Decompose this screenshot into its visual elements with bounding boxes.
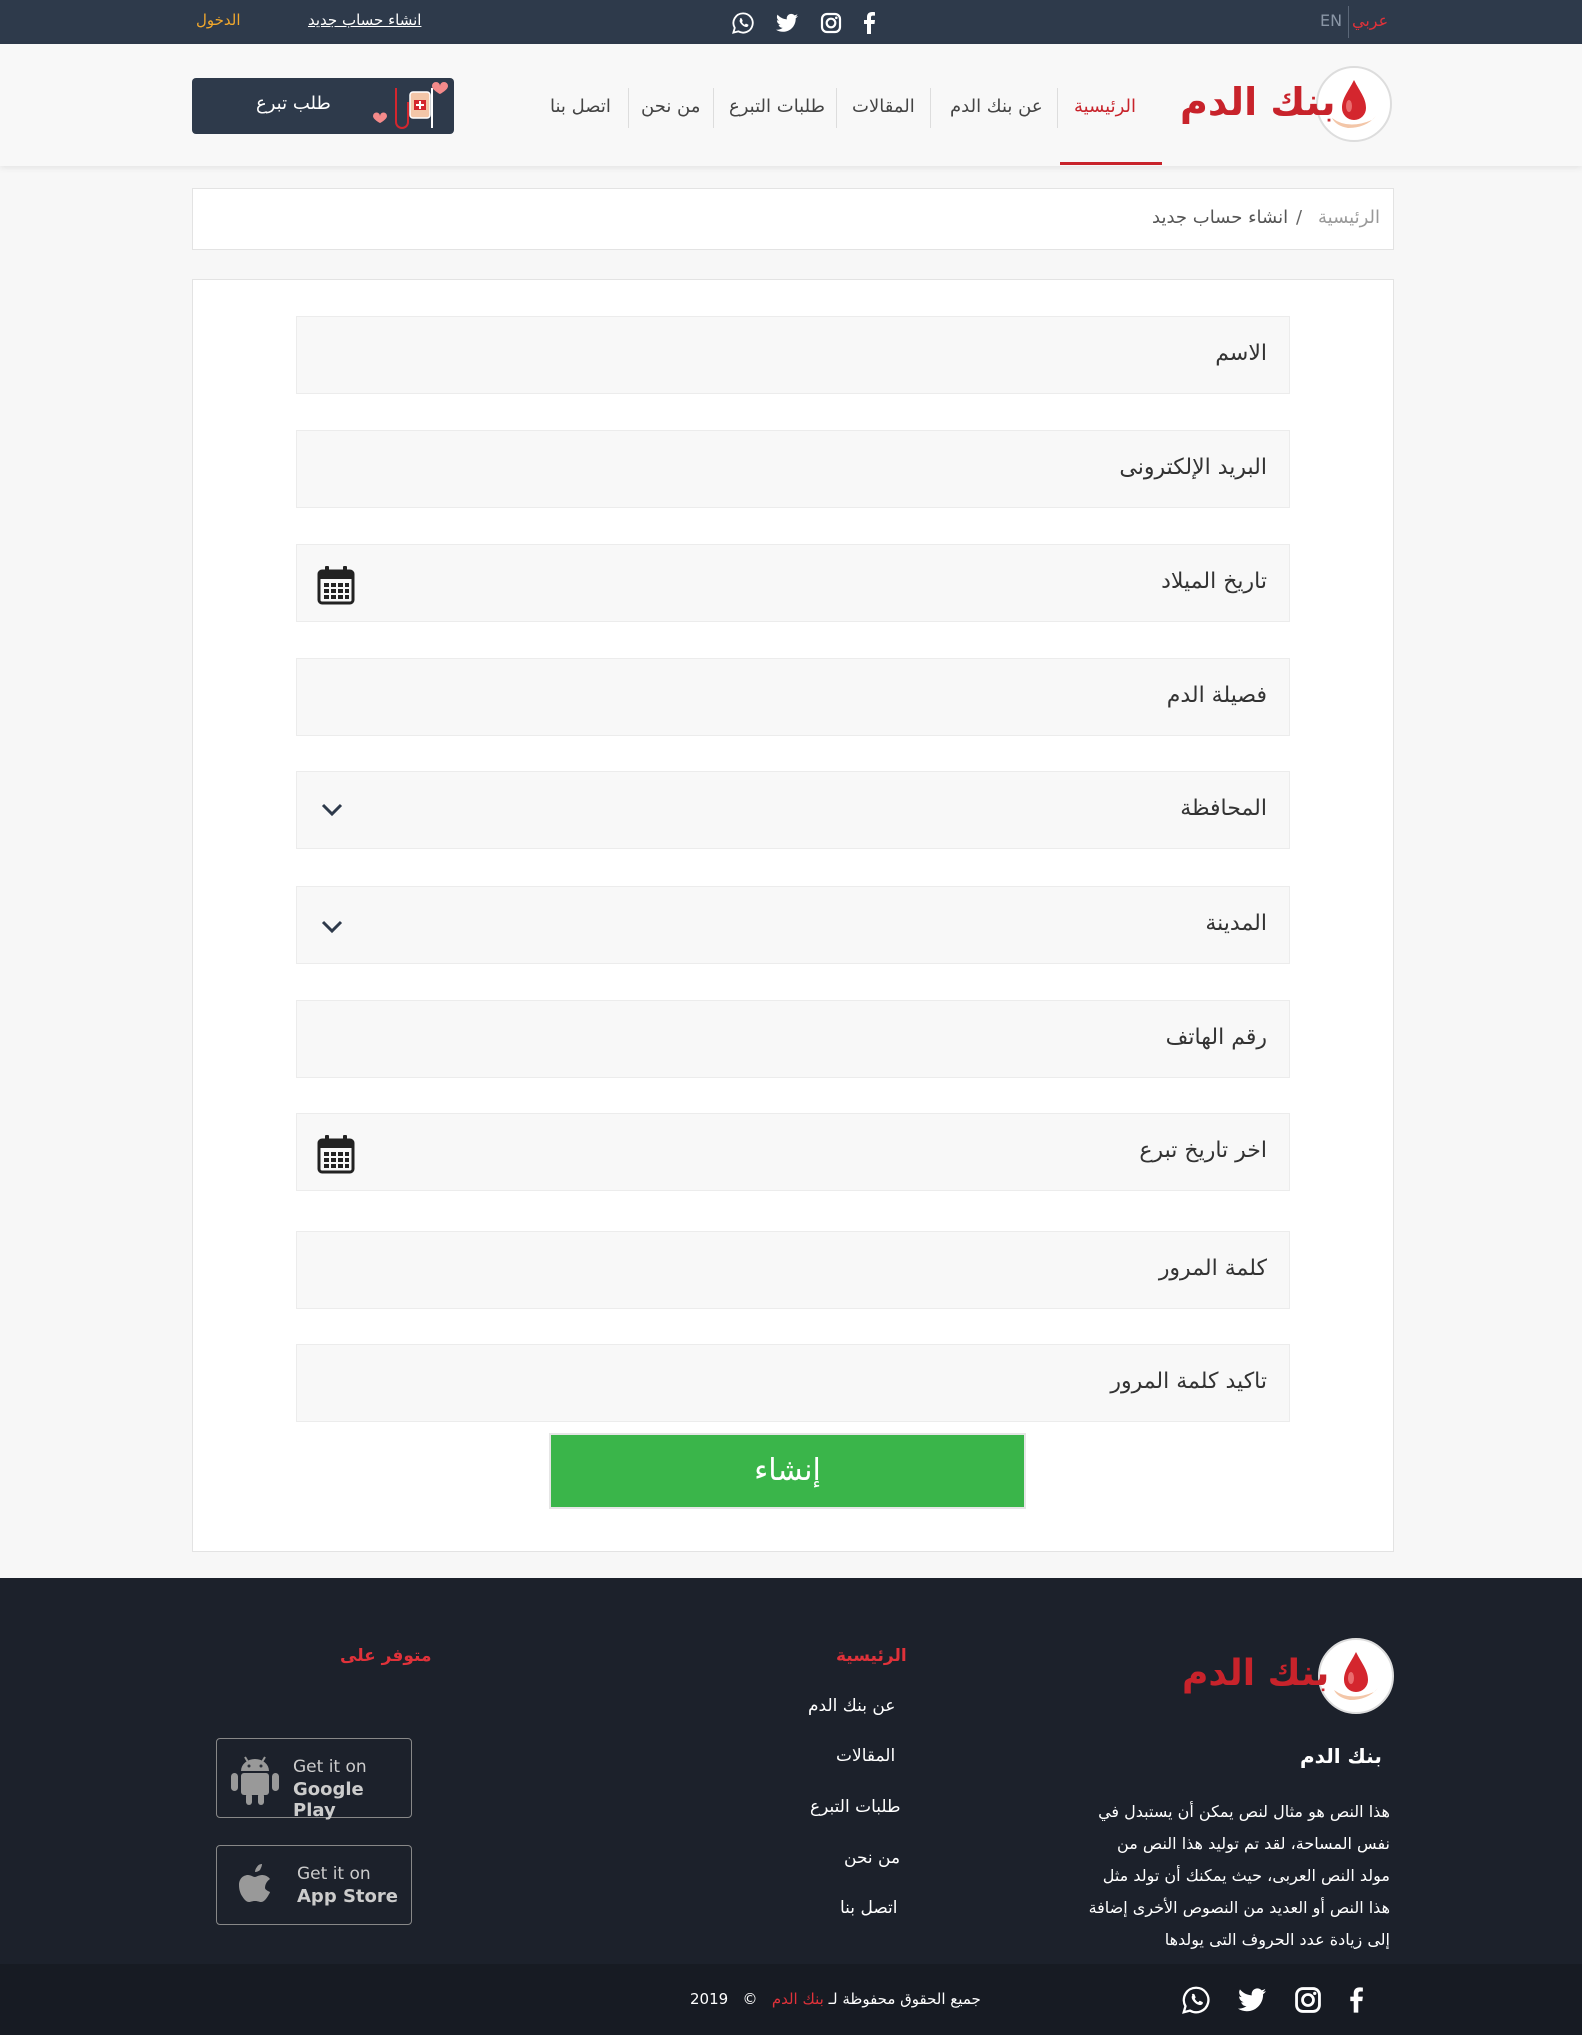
- footer-about-title: بنك الدم: [1300, 1744, 1382, 1768]
- footer-link-contact[interactable]: اتصل بنا: [840, 1898, 898, 1918]
- footer-link-about-us[interactable]: من نحن: [844, 1848, 900, 1868]
- governorate-placeholder: المحافظة: [1180, 796, 1267, 821]
- chevron-down-icon[interactable]: [319, 913, 345, 939]
- password-confirm-input[interactable]: تاكيد كلمة المرور: [296, 1344, 1290, 1422]
- governorate-select[interactable]: المحافظة: [296, 771, 1290, 849]
- footer-link-about-bank[interactable]: عن بنك الدم: [808, 1696, 895, 1716]
- birth-date-input[interactable]: تاريخ الميلاد: [296, 544, 1290, 622]
- nav-divider: [836, 88, 837, 128]
- nav-divider: [1057, 88, 1058, 128]
- blood-type-placeholder: فصيلة الدم: [1166, 683, 1267, 708]
- nav-divider: [930, 88, 931, 128]
- nav-divider: [628, 88, 629, 128]
- footer-link-donation-requests[interactable]: طلبات التبرع: [810, 1797, 901, 1817]
- nav-about-us[interactable]: من نحن: [641, 96, 700, 117]
- footer-available-heading: متوفر على: [340, 1646, 432, 1666]
- copyright-symbol: ©: [742, 1990, 758, 2008]
- chevron-down-icon[interactable]: [319, 796, 345, 822]
- facebook-icon[interactable]: [1340, 1984, 1372, 2016]
- twitter-icon[interactable]: [1236, 1984, 1268, 2016]
- phone-input[interactable]: رقم الهاتف: [296, 1000, 1290, 1078]
- copyright-text: جميع الحقوق محفوظة لـ: [828, 1990, 981, 2008]
- password-confirm-placeholder: تاكيد كلمة المرور: [1110, 1369, 1267, 1394]
- name-input[interactable]: الاسم: [296, 316, 1290, 394]
- donate-request-button[interactable]: طلب تبرع: [192, 78, 454, 134]
- top-bar: عربي EN انشاء حساب جديد الدخول: [0, 0, 1582, 44]
- apple-icon: [227, 1856, 283, 1916]
- instagram-icon[interactable]: [1292, 1984, 1324, 2016]
- instagram-icon[interactable]: [818, 10, 844, 36]
- blood-type-input[interactable]: فصيلة الدم: [296, 658, 1290, 736]
- name-placeholder: الاسم: [1215, 341, 1267, 366]
- nav-contact[interactable]: اتصل بنا: [550, 96, 611, 117]
- nav-home[interactable]: الرئيسية: [1074, 96, 1136, 117]
- donate-request-label: طلب تبرع: [256, 93, 331, 114]
- google-play-button[interactable]: Get it on Google Play: [216, 1738, 412, 1821]
- lang-english-link[interactable]: EN: [1320, 11, 1342, 30]
- facebook-icon[interactable]: [856, 10, 882, 36]
- blood-drop-icon: [1318, 1638, 1394, 1714]
- nav-divider: [713, 88, 714, 128]
- google-play-big-text: Google Play: [293, 1779, 364, 1821]
- footer-link-articles[interactable]: المقالات: [836, 1746, 895, 1766]
- whatsapp-icon[interactable]: [730, 10, 756, 36]
- last-donation-input[interactable]: اخر تاريخ تبرع: [296, 1113, 1290, 1191]
- last-donation-placeholder: اخر تاريخ تبرع: [1139, 1138, 1267, 1163]
- android-icon: [227, 1749, 283, 1809]
- password-input[interactable]: كلمة المرور: [296, 1231, 1290, 1309]
- footer-brand-name: بنك الدم: [1182, 1653, 1330, 1694]
- nav-donation-requests[interactable]: طلبات التبرع: [729, 96, 825, 117]
- nav-active-indicator: [1060, 162, 1162, 165]
- birth-date-placeholder: تاريخ الميلاد: [1161, 569, 1267, 594]
- app-store-big-text: App Store: [297, 1886, 398, 1907]
- breadcrumb-separator: /: [1296, 207, 1303, 228]
- nav-about-bank[interactable]: عن بنك الدم: [950, 96, 1043, 117]
- login-link[interactable]: الدخول: [196, 11, 241, 29]
- password-placeholder: كلمة المرور: [1158, 1256, 1267, 1281]
- calendar-icon[interactable]: [317, 565, 355, 605]
- footer-links-heading[interactable]: الرئيسية: [836, 1646, 907, 1666]
- lang-divider: [1348, 6, 1349, 38]
- email-placeholder: البريد الإلكترونى: [1119, 455, 1267, 480]
- lang-arabic-link[interactable]: عربي: [1352, 11, 1388, 30]
- breadcrumb-current: انشاء حساب جديد: [1152, 207, 1289, 228]
- google-play-small-text: Get it on: [293, 1757, 367, 1777]
- calendar-icon[interactable]: [317, 1134, 355, 1174]
- nav-articles[interactable]: المقالات: [852, 96, 915, 117]
- copyright: جميع الحقوق محفوظة لـ بنك الدم © 2019: [690, 1990, 981, 2008]
- blood-bag-icon: [366, 78, 450, 138]
- phone-placeholder: رقم الهاتف: [1165, 1025, 1267, 1050]
- register-link[interactable]: انشاء حساب جديد: [308, 11, 421, 29]
- create-account-button[interactable]: إنشاء: [549, 1433, 1026, 1509]
- copyright-brand[interactable]: بنك الدم: [772, 1990, 824, 2008]
- footer-about-text: هذا النص هو مثال لنص يمكن أن يستبدل في ن…: [1088, 1802, 1390, 1949]
- city-placeholder: المدينة: [1205, 911, 1267, 936]
- app-store-small-text: Get it on: [297, 1864, 371, 1884]
- email-input[interactable]: البريد الإلكترونى: [296, 430, 1290, 508]
- breadcrumb-home-link[interactable]: الرئيسية: [1318, 207, 1380, 228]
- brand-name[interactable]: بنك الدم: [1180, 80, 1336, 124]
- city-select[interactable]: المدينة: [296, 886, 1290, 964]
- twitter-icon[interactable]: [774, 10, 800, 36]
- app-store-button[interactable]: Get it on App Store: [216, 1845, 412, 1925]
- whatsapp-icon[interactable]: [1180, 1984, 1212, 2016]
- copyright-year: 2019: [690, 1990, 729, 2008]
